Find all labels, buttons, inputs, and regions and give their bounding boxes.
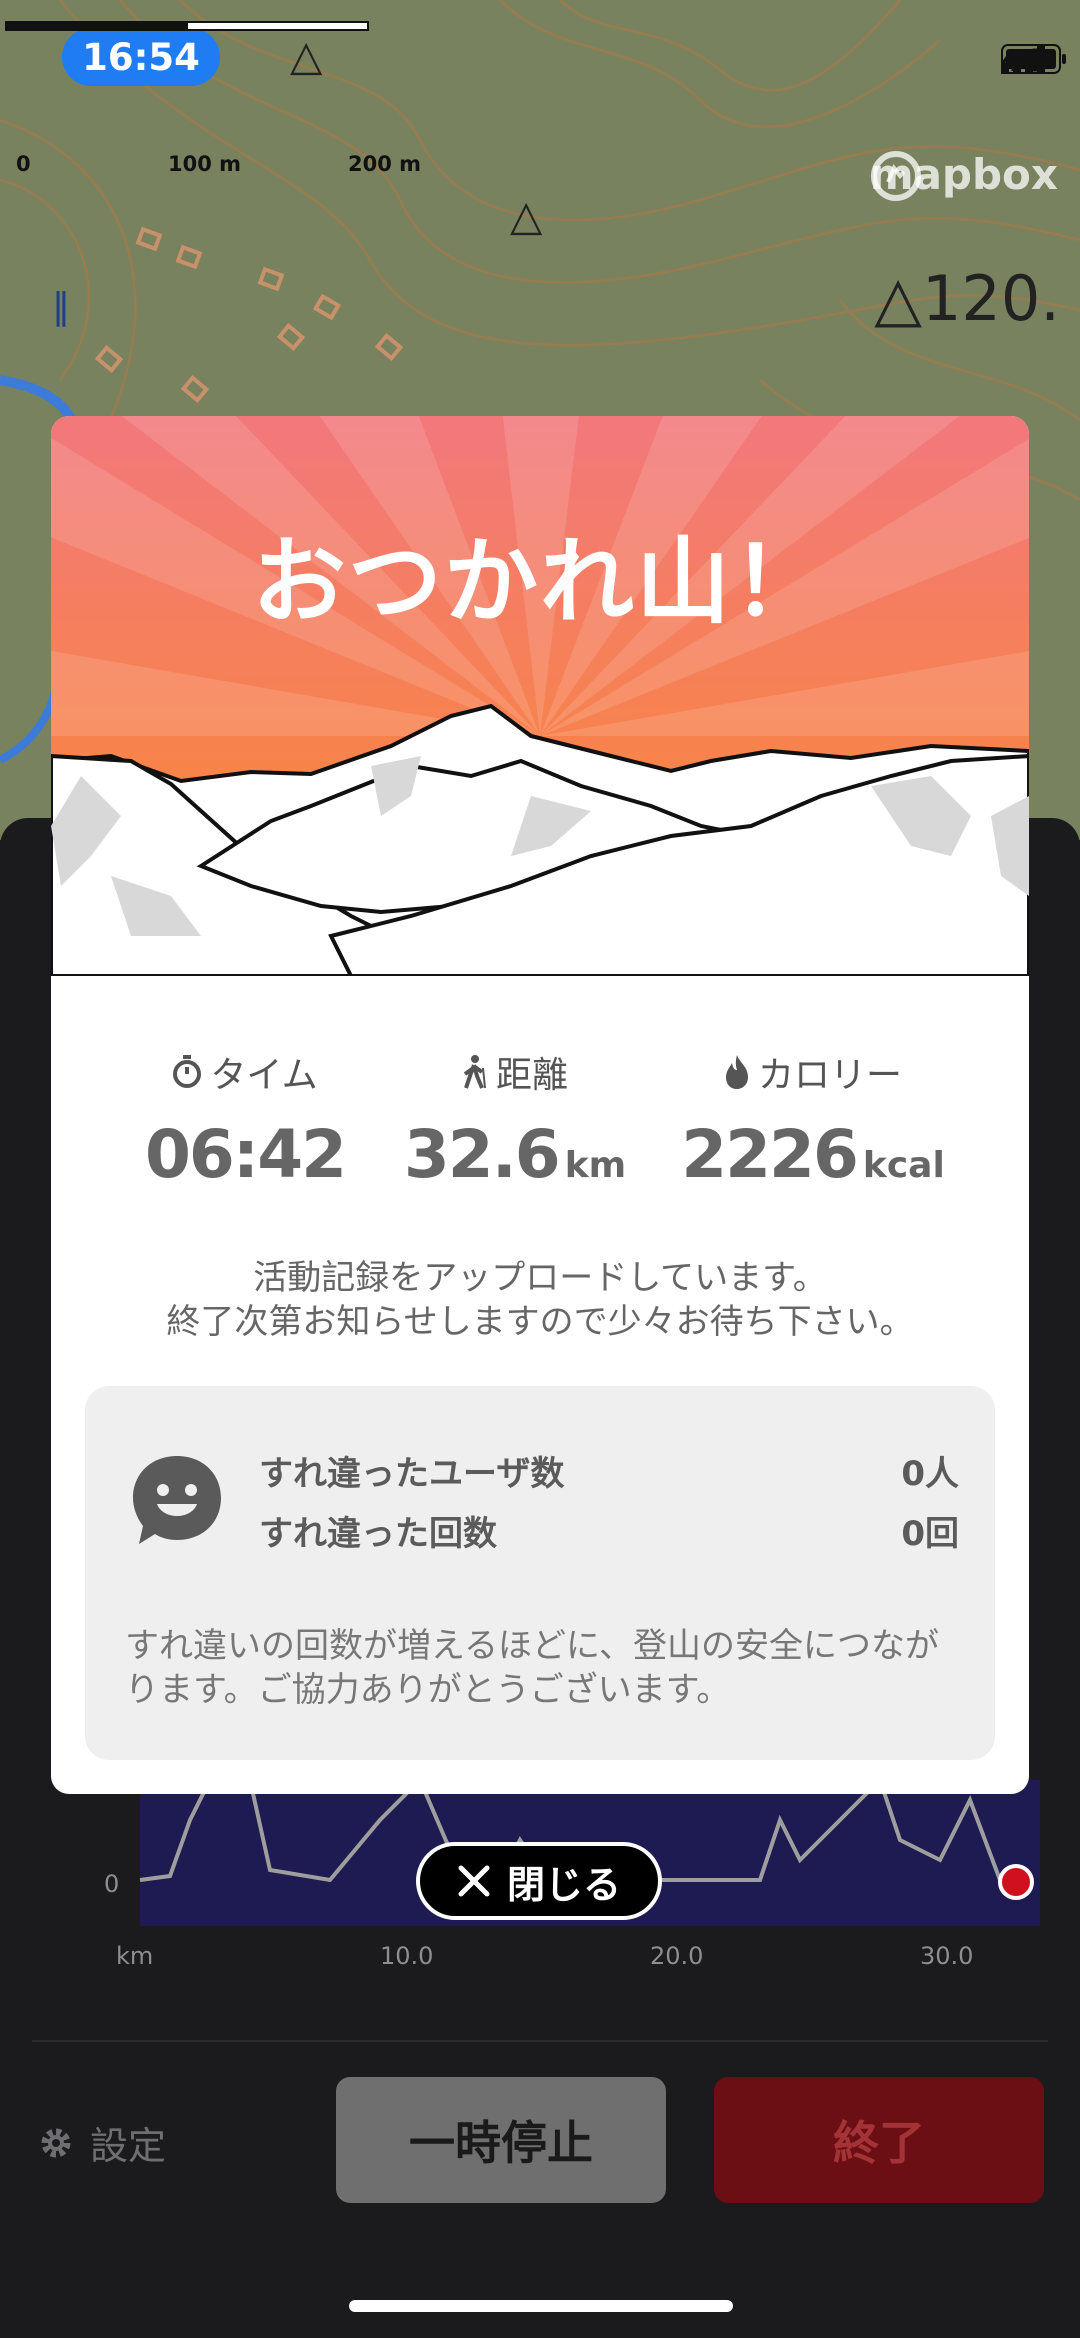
stat-distance-label: 距離 [495,1055,568,1096]
stat-calories-value: 2226 [681,1116,859,1193]
stat-distance-unit: km [564,1145,627,1186]
mountain-sunrise-illustration [51,416,1029,976]
upload-message-line1: 活動記録をアップロードしています。 [253,1258,827,1298]
gear-icon [41,2128,71,2157]
passing-users-label: すれ違ったユーザ数 [259,1454,565,1494]
dialog-title: おつかれ山！ [251,528,828,637]
stat-time: タイム 06:42 [95,1046,395,1193]
status-time: 16:54 [62,28,220,86]
chart-y-zero-label: 0 [104,1870,120,1898]
settings-label: 設定 [90,2124,167,2168]
battery-icon [1000,44,1066,74]
panel-divider [32,2040,1048,2042]
stat-calories-unit: kcal [862,1145,945,1186]
svg-text:△: △ [510,191,543,240]
chart-x-tick-30: 30.0 [920,1942,974,1970]
status-indicators: 4G [1000,44,1066,79]
passing-count-value: 0回 [901,1514,959,1554]
scale-label-100: 100 m [168,152,242,176]
stopwatch-icon [173,1055,202,1088]
passing-count-label: すれ違った回数 [259,1514,497,1554]
svg-text:‖: ‖ [52,286,70,327]
close-button[interactable]: 閉じる [416,1842,662,1920]
upload-message: 活動記録をアップロードしています。 終了次第お知らせしますので少々お待ち下さい。 [51,1256,1029,1344]
settings-button[interactable]: 設定 [36,2115,166,2170]
chart-x-tick-10: 10.0 [380,1942,434,1970]
flame-icon [725,1055,748,1089]
passing-info-card: すれ違ったユーザ数 0人 すれ違った回数 0回 すれ違いの回数が増えるほどに、登… [85,1386,995,1760]
activity-stats: タイム 06:42 距離 32.6 km カロリー 2226 kcal [51,1046,1029,1216]
scale-label-0: 0 [16,152,31,176]
stat-time-value: 06:42 [144,1116,347,1193]
close-button-label: 閉じる [506,1862,621,1907]
stat-time-label: タイム [210,1055,318,1096]
upload-message-line2: 終了次第お知らせしますので少々お待ち下さい。 [166,1302,914,1342]
stat-distance: 距離 32.6 km [365,1046,665,1193]
chart-x-tick-20: 20.0 [650,1942,704,1970]
passing-note: すれ違いの回数が増えるほどに、登山の安全につながります。ご協力ありがとうございま… [125,1626,939,1710]
close-icon [458,1865,490,1897]
map-scale-bar [5,21,369,31]
passing-count-row: すれ違った回数 0回 [259,1506,959,1555]
passing-users-row: すれ違ったユーザ数 0人 [259,1446,959,1495]
scale-label-200: 200 m [348,152,422,176]
home-indicator[interactable] [349,2300,733,2312]
hiker-icon [463,1055,486,1089]
mapbox-logo-icon [870,151,921,201]
peak-elevation-label: △120. [874,262,1060,335]
stat-distance-value: 32.6 [403,1116,561,1193]
svg-text:△: △ [290,31,323,80]
mapbox-attribution[interactable]: mapbox [870,150,1058,201]
pause-button[interactable]: 一時停止 [336,2077,666,2203]
summit-dialog: おつかれ山！ タイム 06:42 距離 32.6 km カロリー 2226 kc… [51,416,1029,1794]
smiley-chat-icon [133,1456,221,1544]
stat-calories: カロリー 2226 kcal [663,1046,963,1193]
end-button[interactable]: 終了 [714,2077,1044,2203]
chart-x-unit-label: km [116,1942,154,1970]
passing-users-value: 0人 [901,1454,959,1494]
stat-calories-label: カロリー [757,1055,902,1096]
